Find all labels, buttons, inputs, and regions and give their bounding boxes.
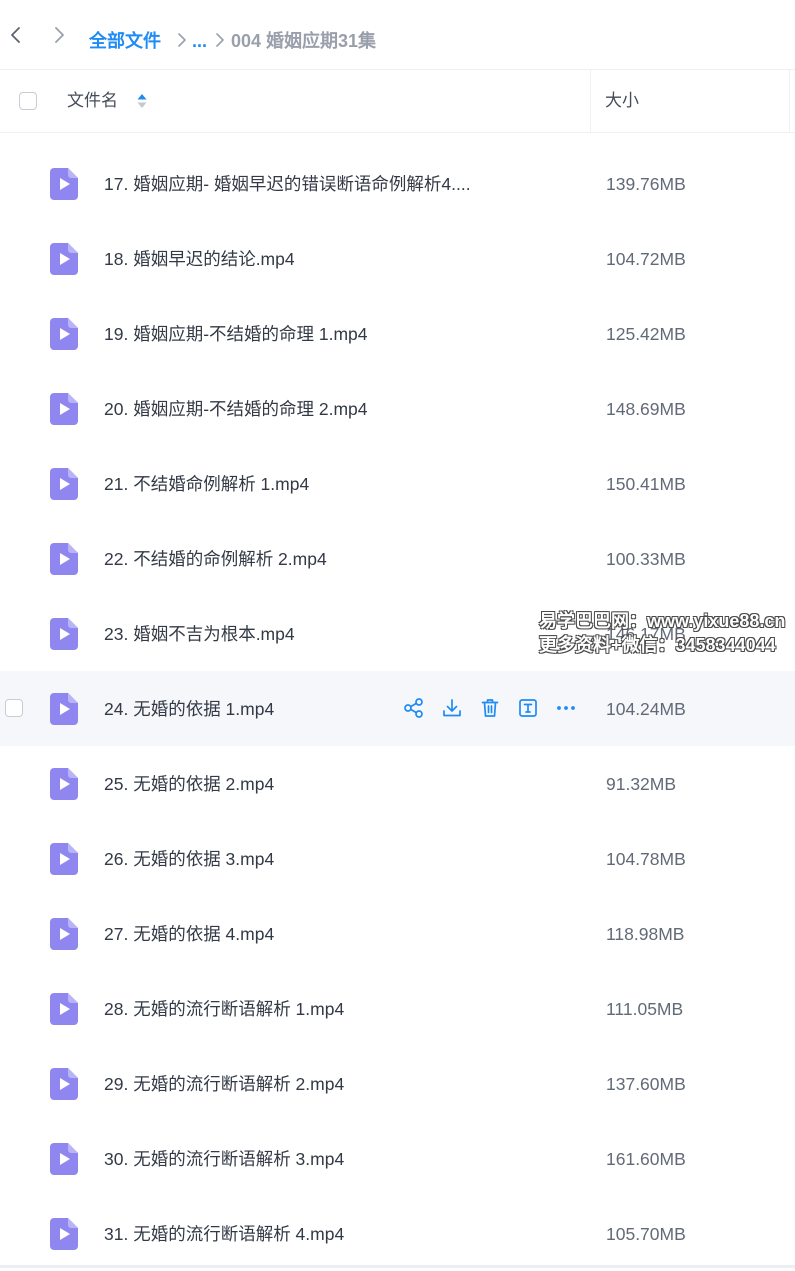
file-name[interactable]: 22. 不结婚的命例解析 2.mp4 <box>104 548 327 570</box>
file-size: 125.42MB <box>606 324 686 344</box>
row-checkbox[interactable] <box>5 699 23 717</box>
file-size: 105.70MB <box>606 1224 686 1244</box>
download-icon[interactable] <box>441 697 463 719</box>
breadcrumb-separator-icon <box>176 33 188 47</box>
video-file-icon <box>50 918 78 950</box>
forward-arrow-icon[interactable] <box>51 27 67 43</box>
file-size: 161.60MB <box>606 1149 686 1169</box>
sort-icon[interactable] <box>136 92 148 110</box>
file-row[interactable]: 30. 无婚的流行断语解析 3.mp4 161.60MB <box>0 1121 795 1196</box>
video-file-icon <box>50 318 78 350</box>
file-row[interactable]: 25. 无婚的依据 2.mp4 91.32MB <box>0 746 795 821</box>
file-row[interactable]: 29. 无婚的流行断语解析 2.mp4 137.60MB <box>0 1046 795 1121</box>
file-size: 148.69MB <box>606 399 686 419</box>
file-row[interactable]: 18. 婚姻早迟的结论.mp4 104.72MB <box>0 221 795 296</box>
share-icon[interactable] <box>403 697 425 719</box>
file-name[interactable]: 24. 无婚的依据 1.mp4 <box>104 698 274 720</box>
video-file-icon <box>50 543 78 575</box>
video-file-icon <box>50 1218 78 1250</box>
select-all-checkbox[interactable] <box>19 92 37 110</box>
file-size: 146.17MB <box>606 624 686 644</box>
file-list: 17. 婚姻应期- 婚姻早迟的错误断语命例解析4.... 139.76MB 18… <box>0 146 795 1271</box>
video-file-icon <box>50 618 78 650</box>
file-name[interactable]: 31. 无婚的流行断语解析 4.mp4 <box>104 1223 344 1245</box>
rename-icon[interactable] <box>517 697 539 719</box>
breadcrumb-ellipsis[interactable]: ... <box>192 30 207 52</box>
file-row-hovered[interactable]: 24. 无婚的依据 1.mp4 104.24MB <box>0 671 795 746</box>
breadcrumb-root[interactable]: 全部文件 <box>89 30 161 52</box>
file-size: 137.60MB <box>606 1074 686 1094</box>
file-row[interactable]: 20. 婚姻应期-不结婚的命理 2.mp4 148.69MB <box>0 371 795 446</box>
file-name[interactable]: 27. 无婚的依据 4.mp4 <box>104 923 274 945</box>
video-file-icon <box>50 843 78 875</box>
file-size: 150.41MB <box>606 474 686 494</box>
file-name[interactable]: 25. 无婚的依据 2.mp4 <box>104 773 274 795</box>
file-name[interactable]: 23. 婚姻不吉为根本.mp4 <box>104 623 295 645</box>
file-size: 91.32MB <box>606 774 677 794</box>
file-size: 104.78MB <box>606 849 686 869</box>
file-row[interactable]: 21. 不结婚命例解析 1.mp4 150.41MB <box>0 446 795 521</box>
back-arrow-icon[interactable] <box>8 27 24 43</box>
video-file-icon <box>50 768 78 800</box>
video-file-icon <box>50 468 78 500</box>
column-header-name[interactable]: 文件名 <box>67 90 118 112</box>
file-row[interactable]: 19. 婚姻应期-不结婚的命理 1.mp4 125.42MB <box>0 296 795 371</box>
column-header-size[interactable]: 大小 <box>605 90 639 112</box>
file-row[interactable]: 26. 无婚的依据 3.mp4 104.78MB <box>0 821 795 896</box>
file-name[interactable]: 18. 婚姻早迟的结论.mp4 <box>104 248 295 270</box>
video-file-icon <box>50 993 78 1025</box>
file-size: 100.33MB <box>606 549 686 569</box>
file-row[interactable]: 17. 婚姻应期- 婚姻早迟的错误断语命例解析4.... 139.76MB <box>0 146 795 221</box>
column-divider <box>789 70 790 132</box>
breadcrumb-separator-icon <box>214 33 226 47</box>
file-name[interactable]: 20. 婚姻应期-不结婚的命理 2.mp4 <box>104 398 368 420</box>
file-row[interactable]: 28. 无婚的流行断语解析 1.mp4 111.05MB <box>0 971 795 1046</box>
video-file-icon <box>50 693 78 725</box>
file-name[interactable]: 19. 婚姻应期-不结婚的命理 1.mp4 <box>104 323 368 345</box>
file-size: 139.76MB <box>606 174 686 194</box>
column-divider <box>590 70 591 132</box>
top-navigation-bar: 全部文件 ... 004 婚姻应期31集 <box>0 0 795 70</box>
file-name[interactable]: 30. 无婚的流行断语解析 3.mp4 <box>104 1148 344 1170</box>
file-size: 104.72MB <box>606 249 686 269</box>
file-size: 111.05MB <box>606 999 684 1019</box>
file-name[interactable]: 26. 无婚的依据 3.mp4 <box>104 848 274 870</box>
file-name[interactable]: 29. 无婚的流行断语解析 2.mp4 <box>104 1073 344 1095</box>
video-file-icon <box>50 243 78 275</box>
file-row[interactable]: 27. 无婚的依据 4.mp4 118.98MB <box>0 896 795 971</box>
file-row[interactable]: 22. 不结婚的命例解析 2.mp4 100.33MB <box>0 521 795 596</box>
file-row[interactable]: 31. 无婚的流行断语解析 4.mp4 105.70MB <box>0 1196 795 1271</box>
file-row[interactable]: 23. 婚姻不吉为根本.mp4 146.17MB <box>0 596 795 671</box>
file-list-header: 文件名 大小 <box>0 70 795 133</box>
breadcrumb-current-folder: 004 婚姻应期31集 <box>231 31 377 51</box>
video-file-icon <box>50 393 78 425</box>
file-size: 118.98MB <box>606 924 685 944</box>
file-name[interactable]: 21. 不结婚命例解析 1.mp4 <box>104 473 309 495</box>
trash-icon[interactable] <box>479 697 501 719</box>
more-icon[interactable] <box>555 697 577 719</box>
file-name[interactable]: 28. 无婚的流行断语解析 1.mp4 <box>104 998 344 1020</box>
video-file-icon <box>50 1143 78 1175</box>
file-name[interactable]: 17. 婚姻应期- 婚姻早迟的错误断语命例解析4.... <box>104 173 471 195</box>
file-size: 104.24MB <box>606 699 686 719</box>
video-file-icon <box>50 168 78 200</box>
video-file-icon <box>50 1068 78 1100</box>
